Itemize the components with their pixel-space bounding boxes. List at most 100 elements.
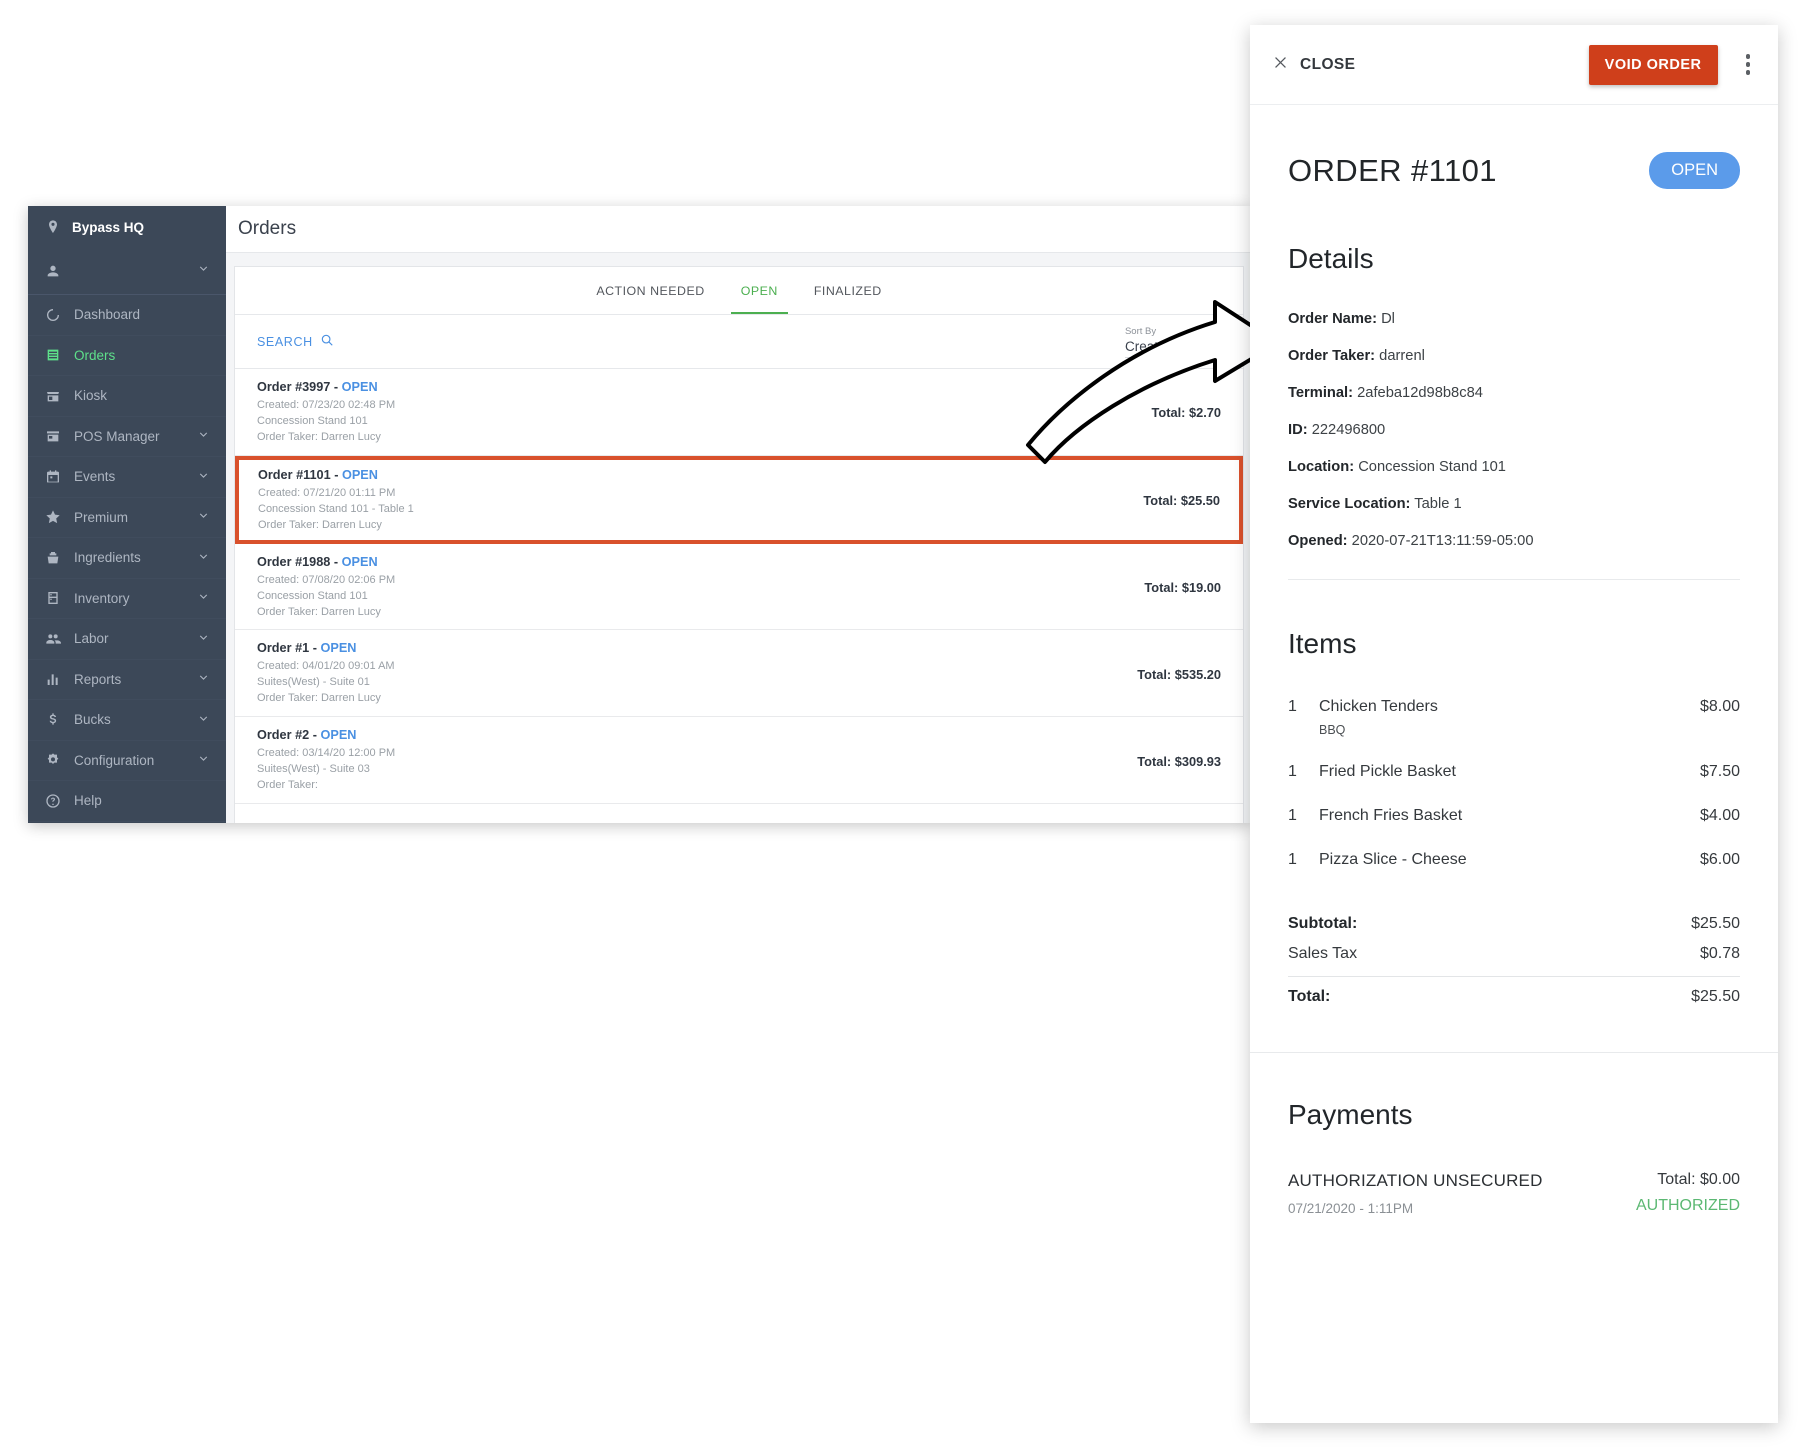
sidebar-item-label: Events bbox=[74, 469, 116, 485]
payment-amounts: Total: $0.00 AUTHORIZED bbox=[1636, 1171, 1740, 1216]
order-item-name: French Fries Basket bbox=[1319, 807, 1463, 824]
void-order-button[interactable]: VOID ORDER bbox=[1588, 44, 1718, 85]
chevron-down-icon bbox=[1195, 343, 1203, 349]
payment-total: Total: $0.00 bbox=[1657, 1171, 1740, 1188]
detail-row-value: 2afeba12d98b8c84 bbox=[1357, 385, 1483, 401]
details-section: Details Order Name: Dl Order Taker: darre… bbox=[1250, 189, 1778, 549]
details-heading: Details bbox=[1288, 243, 1374, 274]
sidebar-item-ingredients[interactable]: Ingredients bbox=[28, 538, 226, 579]
payments-list: AUTHORIZATION UNSECURED 07/21/2020 - 1:11… bbox=[1288, 1171, 1740, 1216]
sidebar-item-pos-manager[interactable]: POS Manager bbox=[28, 417, 226, 457]
sidebar-item-reports[interactable]: Reports bbox=[28, 660, 226, 700]
sidebar-item-dashboard[interactable]: Dashboard bbox=[28, 295, 226, 336]
tab-action-needed[interactable]: ACTION NEEDED bbox=[578, 267, 722, 314]
sidebar-user-switcher[interactable] bbox=[28, 248, 226, 295]
order-list-item[interactable]: Order #3997 - OPEN Created: 07/23/20 02:4… bbox=[235, 369, 1243, 456]
total-row-value: $0.78 bbox=[1699, 945, 1740, 962]
payment-status: AUTHORIZED bbox=[1636, 1197, 1740, 1214]
order-item-price: $7.50 bbox=[1699, 763, 1740, 780]
order-item-qty: 1 bbox=[1288, 807, 1297, 824]
total-row-label: Total: bbox=[1288, 988, 1331, 1005]
order-row-location: Concession Stand 101 - Table 1 bbox=[258, 502, 414, 515]
order-item-name: Fried Pickle Basket bbox=[1319, 763, 1456, 780]
sort-by-select[interactable]: Created bbox=[1124, 338, 1203, 358]
order-row-title: Order #3997 - OPEN bbox=[257, 380, 395, 394]
kebab-menu-icon[interactable] bbox=[1738, 48, 1759, 81]
detail-row-label: Service Location: bbox=[1288, 496, 1411, 512]
orders-card: ACTION NEEDED OPEN FINALIZED SEARCH Sort B… bbox=[234, 266, 1244, 823]
sort-direction-button[interactable] bbox=[1213, 335, 1229, 358]
order-row-created: Created: 07/21/20 01:11 PM bbox=[258, 486, 396, 499]
order-list-item[interactable]: Order #2 - OPEN Created: 03/14/20 12:00 P… bbox=[235, 717, 1243, 805]
order-row-total: Total: $309.93 bbox=[1137, 753, 1221, 769]
sidebar-item-kiosk[interactable]: Kiosk bbox=[28, 376, 226, 417]
close-button[interactable]: CLOSE bbox=[1272, 54, 1355, 76]
sidebar-item-label: Kiosk bbox=[74, 388, 108, 404]
total-row: Sales Tax $0.78 bbox=[1288, 939, 1740, 969]
chevron-down-icon bbox=[197, 550, 210, 566]
order-item: 1 French Fries Basket $4.00 bbox=[1288, 807, 1740, 825]
order-row-taker: Order Taker: Darren Lucy bbox=[258, 518, 382, 531]
chevron-down-icon bbox=[197, 712, 210, 728]
order-list-item[interactable]: Order #1 - OPEN Created: 04/01/20 09:01 A… bbox=[235, 630, 1243, 718]
order-list-item[interactable]: Order #1988 - OPEN Created: 07/08/20 02:0… bbox=[235, 544, 1243, 631]
tab-open[interactable]: OPEN bbox=[723, 267, 796, 314]
order-row-created: Created: 04/01/20 09:01 AM bbox=[257, 660, 395, 673]
bar-chart-icon bbox=[44, 671, 61, 688]
sidebar-item-configuration[interactable]: Configuration bbox=[28, 741, 226, 781]
sidebar-item-labor[interactable]: Labor bbox=[28, 619, 226, 660]
location-pin-icon bbox=[44, 219, 61, 236]
orders-icon bbox=[44, 347, 61, 364]
orders-window: Bypass HQ Dashboard Orders Kiosk POS Manage… bbox=[28, 206, 1252, 823]
chevron-down-icon bbox=[197, 428, 210, 444]
detail-row: Terminal: 2afeba12d98b8c84 bbox=[1288, 385, 1740, 401]
orders-main: Orders ACTION NEEDED OPEN FINALIZED SEARCH… bbox=[226, 206, 1252, 823]
sidebar-item-inventory[interactable]: Inventory bbox=[28, 579, 226, 619]
payment-row: AUTHORIZATION UNSECURED 07/21/2020 - 1:11… bbox=[1288, 1171, 1740, 1216]
sidebar-item-label: Reports bbox=[74, 671, 122, 687]
sort-by-value: Created bbox=[1124, 338, 1173, 354]
sidebar-item-bucks[interactable]: Bucks bbox=[28, 700, 226, 741]
sidebar-item-label: Inventory bbox=[74, 590, 130, 606]
sidebar-item-premium[interactable]: Premium bbox=[28, 498, 226, 538]
order-item: 1 Fried Pickle Basket $7.50 bbox=[1288, 763, 1740, 781]
order-item-name: Pizza Slice - Cheese bbox=[1319, 851, 1467, 868]
order-item-qty: 1 bbox=[1288, 851, 1297, 868]
order-item-name: Chicken Tenders bbox=[1319, 698, 1438, 715]
sidebar-item-label: Premium bbox=[74, 509, 129, 525]
order-row-created: Created: 07/08/20 02:06 PM bbox=[257, 573, 396, 586]
order-row-total: Total: $535.20 bbox=[1137, 666, 1221, 682]
calendar-icon bbox=[44, 468, 61, 485]
order-row-taker: Order Taker: Darren Lucy bbox=[257, 430, 381, 443]
sidebar-item-orders[interactable]: Orders bbox=[28, 336, 226, 376]
detail-panel-header: CLOSE VOID ORDER bbox=[1250, 25, 1778, 105]
order-row-info: Order #3997 - OPEN Created: 07/23/20 02:4… bbox=[257, 380, 395, 446]
chevron-down-icon bbox=[197, 631, 210, 647]
sidebar-brand[interactable]: Bypass HQ bbox=[28, 206, 226, 248]
detail-row: Order Taker: darrenl bbox=[1288, 348, 1740, 364]
order-list-item[interactable]: Order #1101 - OPEN Created: 07/21/20 01:1… bbox=[235, 455, 1243, 544]
detail-row-label: Order Taker: bbox=[1288, 348, 1376, 364]
order-row-info: Order #1988 - OPEN Created: 07/08/20 02:0… bbox=[257, 555, 395, 621]
order-row-total: Total: $19.00 bbox=[1144, 580, 1221, 596]
search-icon bbox=[320, 333, 334, 350]
order-heading: ORDER #1101 OPEN bbox=[1250, 105, 1778, 189]
order-row-taker: Order Taker: Darren Lucy bbox=[257, 692, 381, 705]
tab-finalized[interactable]: FINALIZED bbox=[796, 267, 900, 314]
sidebar-item-label: Orders bbox=[74, 347, 116, 363]
sidebar-item-label: Bucks bbox=[74, 712, 111, 728]
order-item-price: $4.00 bbox=[1699, 807, 1740, 824]
close-icon bbox=[1272, 54, 1289, 76]
items-section: Items 1 Chicken Tenders $8.00 BBQ 1 Fried Pic… bbox=[1250, 580, 1778, 1012]
order-row-number: Order #3997 bbox=[257, 380, 331, 394]
people-icon bbox=[44, 630, 61, 647]
dollar-icon bbox=[44, 711, 61, 728]
detail-row: Location: Concession Stand 101 bbox=[1288, 459, 1740, 475]
detail-row-value: 2020-07-21T13:11:59-05:00 bbox=[1351, 533, 1534, 549]
search-button[interactable]: SEARCH bbox=[257, 333, 334, 350]
sidebar-item-help[interactable]: Help bbox=[28, 781, 226, 822]
order-row-title: Order #1 - OPEN bbox=[257, 641, 395, 655]
total-row: Total: $25.50 bbox=[1288, 976, 1740, 1012]
sidebar-item-events[interactable]: Events bbox=[28, 457, 226, 498]
payment-method: AUTHORIZATION UNSECURED bbox=[1288, 1171, 1543, 1190]
